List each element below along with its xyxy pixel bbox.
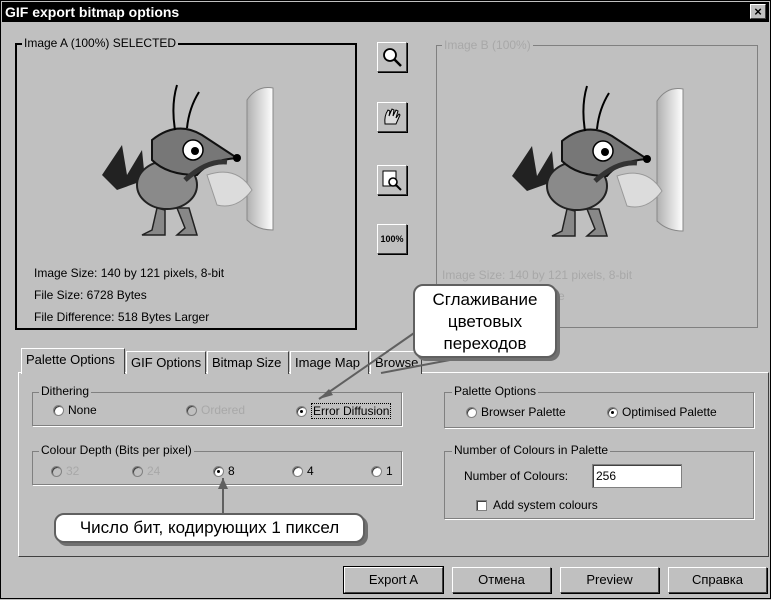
callout-arrows <box>218 330 472 513</box>
smoothing-callout: Сглаживание цветовых переходов <box>413 284 557 358</box>
tab-palette-options[interactable]: Palette Options <box>21 348 125 374</box>
bits-callout: Число бит, кодирующих 1 пиксел <box>54 513 365 543</box>
dialog-window: GIF export bitmap options × Image Size: … <box>0 0 771 599</box>
